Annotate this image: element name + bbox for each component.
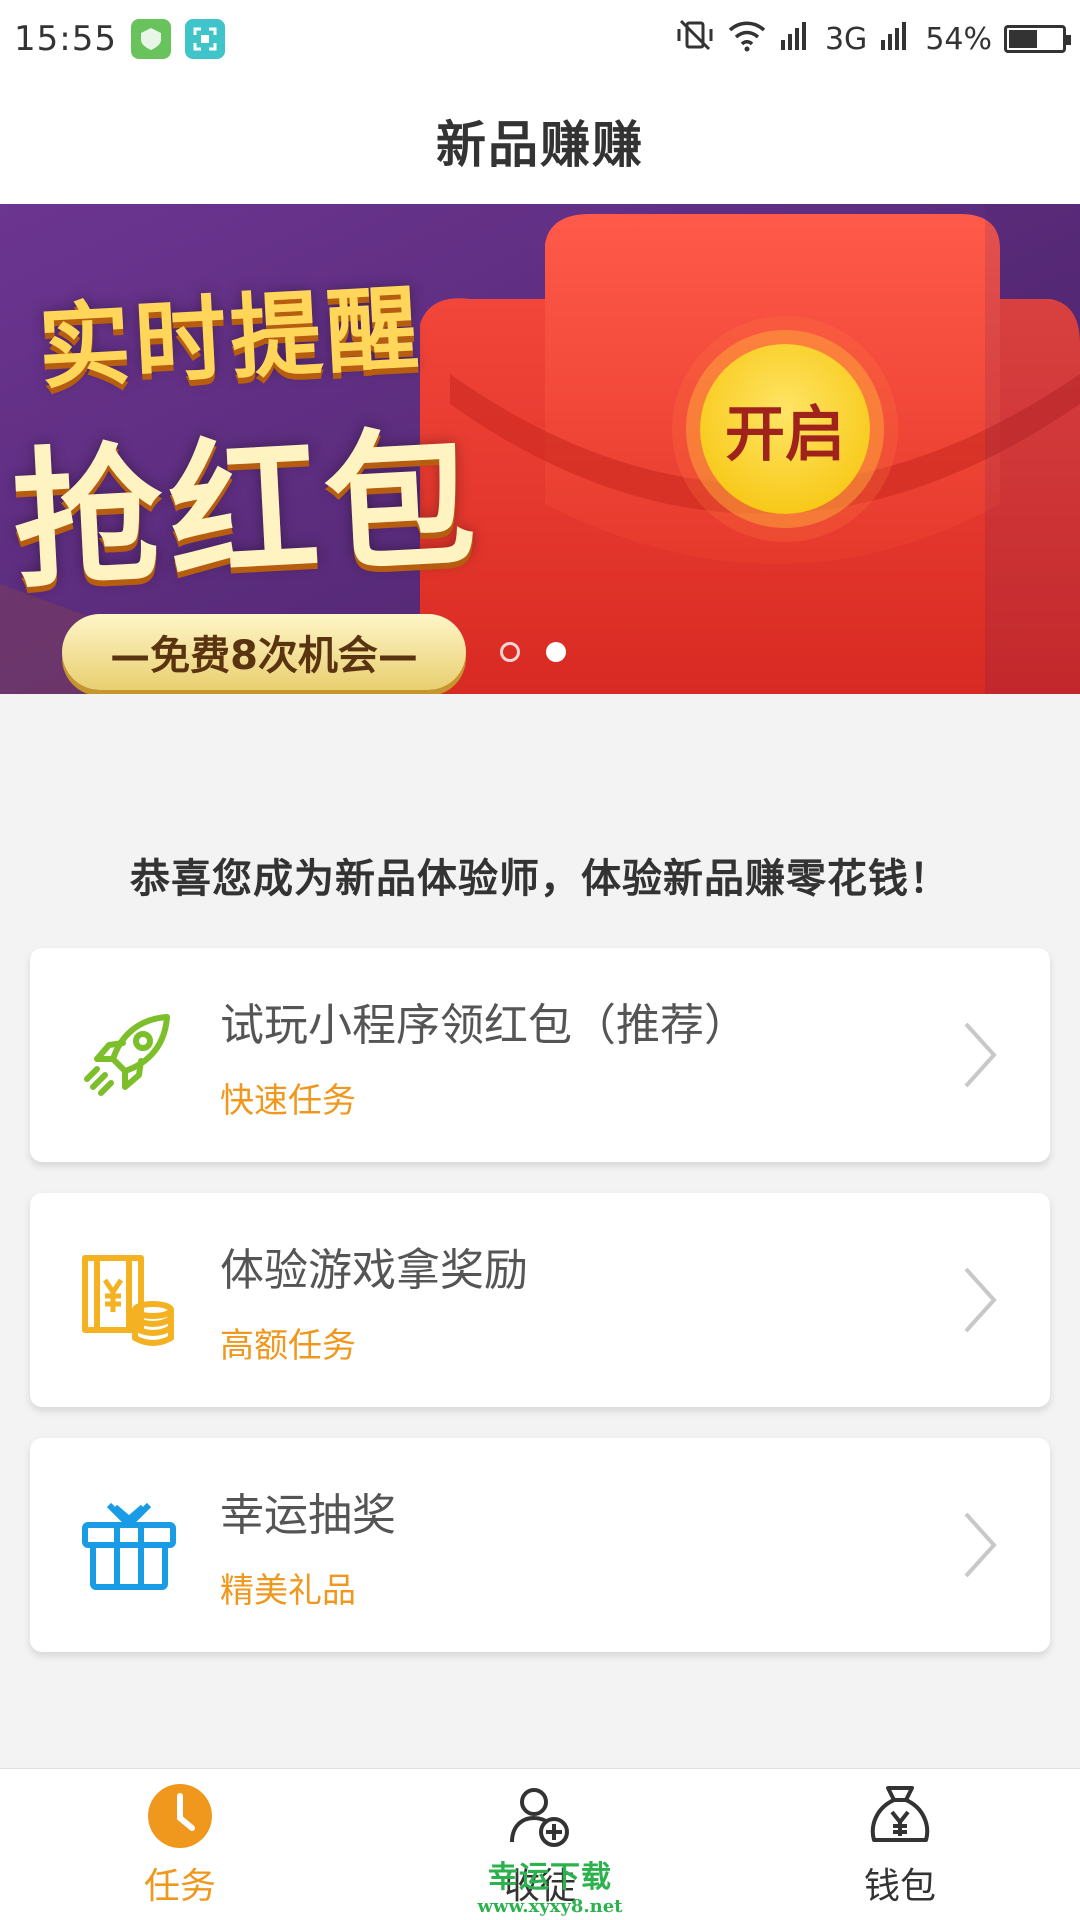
chevron-right-icon — [950, 1015, 1010, 1095]
screenshot-icon — [184, 19, 225, 59]
watermark-title: 幸运下载 — [488, 1860, 612, 1895]
carousel-dot-2[interactable] — [546, 642, 566, 662]
task-text: 体验游戏拿奖励 高额任务 — [220, 1234, 950, 1367]
banner-pill: —免费8次机会— — [62, 614, 466, 690]
task-card-lottery[interactable]: 幸运抽奖 精美礼品 — [30, 1438, 1050, 1652]
mute-icon — [675, 17, 715, 61]
promo-banner[interactable]: 实时提醒 抢红包 —免费8次机会— 开启 — [0, 204, 1080, 694]
money-bag-icon — [865, 1781, 935, 1851]
tab-wallet[interactable]: 钱包 — [720, 1769, 1080, 1920]
header: 新品赚赚 — [0, 78, 1080, 204]
task-card-game[interactable]: 体验游戏拿奖励 高额任务 — [30, 1193, 1050, 1407]
task-subtitle: 高额任务 — [220, 1325, 356, 1366]
status-right: 3G 54% — [675, 17, 1071, 61]
task-text: 幸运抽奖 精美礼品 — [220, 1479, 950, 1612]
chevron-right-icon — [950, 1260, 1010, 1340]
battery-fill — [1009, 30, 1038, 48]
intro-text: 恭喜您成为新品体验师，体验新品赚零花钱！ — [130, 856, 950, 902]
tab-tasks[interactable]: 任务 — [0, 1769, 360, 1920]
rocket-icon — [74, 1000, 184, 1110]
banner-headline-2: 抢红包 — [8, 411, 485, 611]
tab-label: 钱包 — [863, 1865, 936, 1907]
task-title: 体验游戏拿奖励 — [220, 1244, 528, 1296]
chevron-right-icon — [950, 1505, 1010, 1585]
carousel-dots — [500, 642, 566, 662]
task-text: 试玩小程序领红包（推荐） 快速任务 — [220, 989, 950, 1122]
app-shield-icon — [130, 19, 171, 59]
network-type: 3G — [824, 21, 868, 57]
battery-percent: 54% — [925, 21, 992, 57]
add-user-icon — [505, 1781, 575, 1851]
status-time: 15:55 — [14, 19, 117, 59]
money-coins-icon — [74, 1245, 184, 1355]
task-title: 幸运抽奖 — [220, 1489, 396, 1541]
page-title: 新品赚赚 — [436, 116, 644, 174]
task-subtitle: 精美礼品 — [220, 1570, 356, 1611]
task-title: 试玩小程序领红包（推荐） — [220, 999, 748, 1051]
wifi-icon — [727, 18, 767, 60]
task-subtitle: 快速任务 — [220, 1080, 356, 1121]
clock-icon — [145, 1781, 215, 1851]
watermark: 幸运下载 www.xyxy8.net — [470, 1852, 630, 1917]
status-bar: 15:55 3G 54% — [0, 0, 1080, 78]
open-red-packet-button[interactable]: 开启 — [700, 344, 870, 514]
tab-label: 任务 — [143, 1865, 216, 1907]
battery-icon — [1004, 25, 1071, 53]
task-card-mini-program[interactable]: 试玩小程序领红包（推荐） 快速任务 — [30, 948, 1050, 1162]
status-left: 15:55 — [14, 19, 225, 59]
carousel-dot-1[interactable] — [500, 642, 520, 662]
signal-icon-2 — [879, 18, 913, 60]
signal-icon — [779, 18, 813, 60]
watermark-url: www.xyxy8.net — [477, 1896, 623, 1917]
gift-icon — [74, 1490, 184, 1600]
